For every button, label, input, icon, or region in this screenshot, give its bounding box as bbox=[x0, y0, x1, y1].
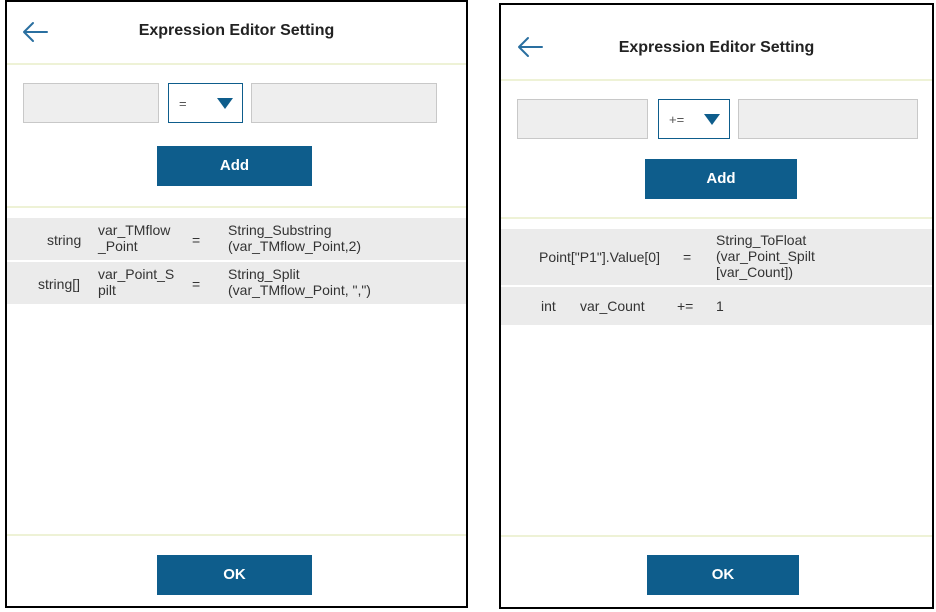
expression-value: String_ToFloat bbox=[716, 232, 807, 248]
expression-operator: = bbox=[192, 232, 201, 248]
expression-row[interactable]: string var_TMflow _Point = String_Substr… bbox=[7, 218, 466, 260]
expression-value-cont: (var_Point_Spilt bbox=[716, 248, 815, 264]
expression-type: string bbox=[47, 232, 82, 248]
ok-button[interactable]: OK bbox=[157, 555, 312, 595]
expression-variable: var_TMflow bbox=[98, 222, 171, 238]
expression-variable-cont: pilt bbox=[98, 282, 116, 298]
header: Expression Editor Setting bbox=[501, 5, 932, 65]
form-separator bbox=[501, 217, 932, 219]
dropdown-arrow-icon bbox=[217, 98, 233, 109]
left-editor-panel: Expression Editor Setting = Add string v… bbox=[5, 0, 468, 608]
variable-input[interactable] bbox=[517, 99, 648, 139]
value-input[interactable] bbox=[251, 83, 437, 123]
footer-separator bbox=[501, 535, 932, 537]
expression-variable-cont: _Point bbox=[98, 238, 138, 254]
expression-row[interactable]: int var_Count += 1 bbox=[501, 287, 932, 325]
value-input[interactable] bbox=[738, 99, 918, 139]
expression-type: int bbox=[541, 298, 556, 314]
header: Expression Editor Setting bbox=[7, 2, 466, 62]
ok-button[interactable]: OK bbox=[647, 555, 799, 595]
variable-input[interactable] bbox=[23, 83, 159, 123]
operator-value: += bbox=[669, 112, 685, 127]
expression-value-cont: (var_TMflow_Point, ",") bbox=[228, 282, 371, 298]
footer-separator bbox=[7, 534, 466, 536]
expression-row[interactable]: Point["P1"].Value[0] = String_ToFloat (v… bbox=[501, 229, 932, 285]
header-separator bbox=[7, 63, 466, 65]
operator-value: = bbox=[179, 96, 187, 111]
header-separator bbox=[501, 79, 932, 81]
expression-value: String_Substring bbox=[228, 222, 332, 238]
expression-value: String_Split bbox=[228, 266, 300, 282]
expression-variable: var_Count bbox=[580, 298, 645, 314]
expression-operator: = bbox=[192, 276, 201, 292]
add-button[interactable]: Add bbox=[157, 146, 312, 186]
right-editor-panel: Expression Editor Setting += Add Point["… bbox=[499, 3, 934, 609]
expression-variable: var_Point_S bbox=[98, 266, 175, 282]
page-title: Expression Editor Setting bbox=[138, 22, 335, 39]
dropdown-arrow-icon bbox=[704, 114, 720, 125]
operator-dropdown[interactable]: = bbox=[168, 83, 243, 123]
expression-target: Point["P1"].Value[0] bbox=[539, 249, 660, 265]
expression-row[interactable]: string[] var_Point_S pilt = String_Split… bbox=[7, 262, 466, 304]
expression-type: string[] bbox=[38, 276, 81, 292]
form-separator bbox=[7, 206, 466, 208]
operator-dropdown[interactable]: += bbox=[658, 99, 730, 139]
expression-value: 1 bbox=[716, 298, 724, 314]
expression-operator: = bbox=[683, 249, 692, 265]
expression-value-cont: (var_TMflow_Point,2) bbox=[228, 238, 362, 254]
page-title: Expression Editor Setting bbox=[618, 39, 815, 56]
add-button[interactable]: Add bbox=[645, 159, 797, 199]
expression-value-cont: [var_Count]) bbox=[716, 264, 794, 280]
expression-operator: += bbox=[677, 298, 694, 314]
